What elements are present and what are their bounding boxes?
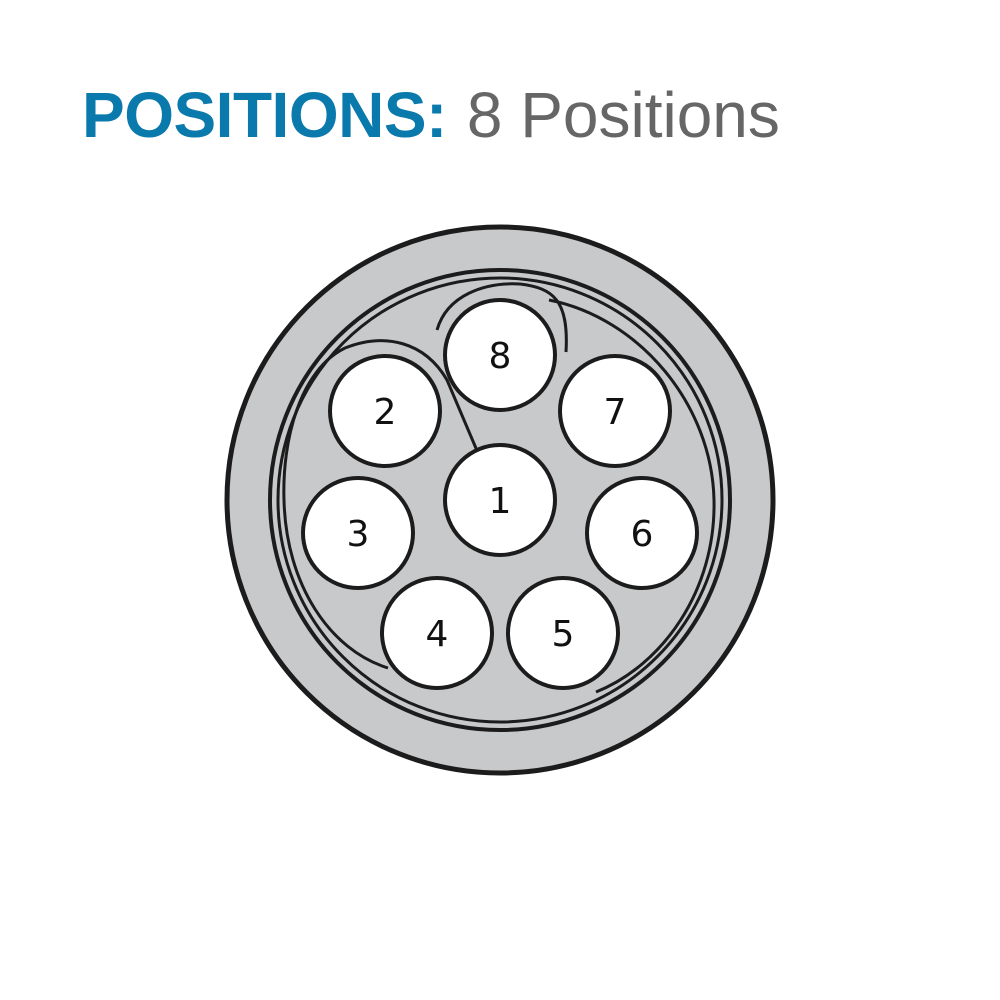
contact-label-3: 3 (347, 514, 370, 555)
contact-label-5: 5 (552, 614, 575, 655)
contact-label-7: 7 (604, 392, 627, 433)
connector-diagram: 1 2 3 4 5 6 7 8 (224, 224, 776, 776)
contact-label-4: 4 (426, 614, 449, 655)
contact-label-1: 1 (489, 481, 512, 522)
contact-label-2: 2 (374, 392, 397, 433)
contact-label-6: 6 (631, 514, 654, 555)
contact-label-8: 8 (489, 336, 512, 377)
